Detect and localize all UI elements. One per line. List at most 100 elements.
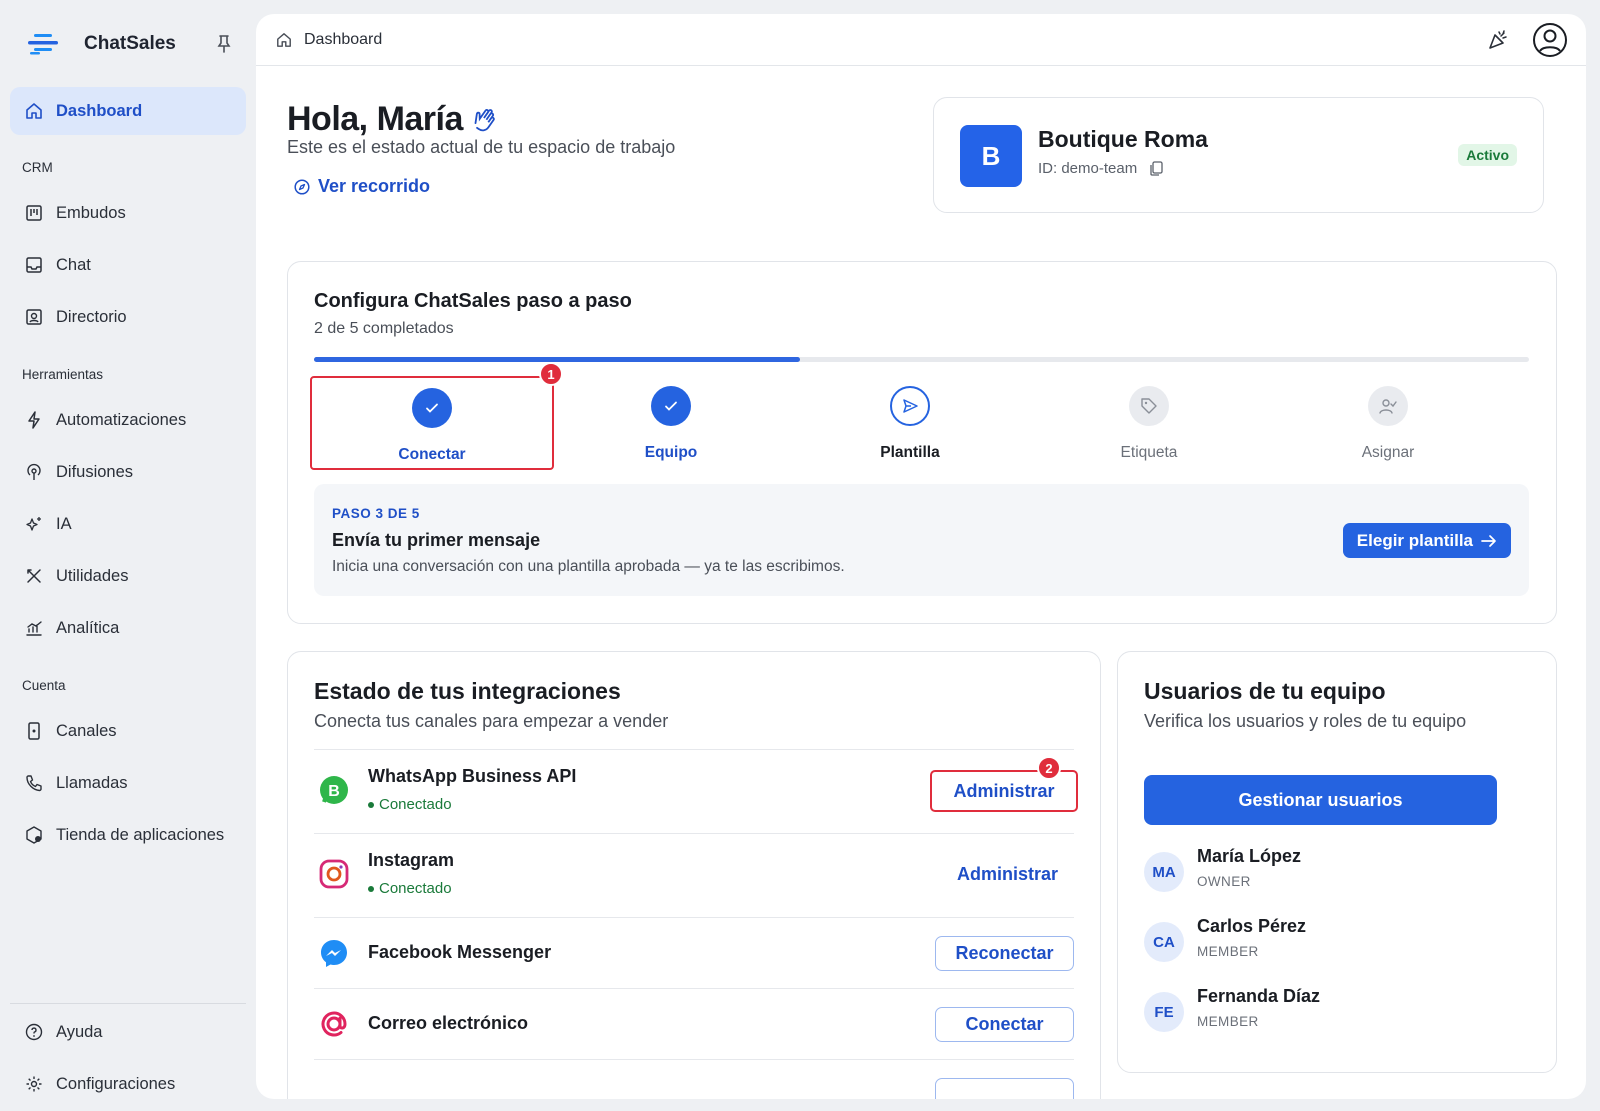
user-role: MEMBER	[1197, 944, 1259, 959]
integration-row-messenger: Facebook Messenger Reconectar	[314, 917, 1074, 988]
choose-template-button[interactable]: Elegir plantilla	[1342, 523, 1511, 558]
connect-email-button[interactable]: Conectar	[935, 1007, 1074, 1042]
breadcrumb[interactable]: Dashboard	[276, 31, 382, 49]
sidebar-item-embudos[interactable]: Embudos	[10, 189, 246, 237]
sidebar-item-llamadas[interactable]: Llamadas	[10, 759, 246, 807]
status-badge: Activo	[1458, 144, 1517, 166]
contacts-icon	[24, 307, 44, 327]
manage-users-button[interactable]: Gestionar usuarios	[1144, 775, 1497, 825]
team-card: Usuarios de tu equipo Verifica los usuar…	[1117, 651, 1557, 1073]
step-label: Etiqueta	[1120, 444, 1178, 461]
user-row[interactable]: MA María López OWNER	[1144, 846, 1524, 902]
integration-name: WhatsApp Business API	[368, 766, 577, 786]
topbar: Dashboard	[256, 14, 1586, 66]
sidebar-item-ayuda[interactable]: Ayuda	[10, 1008, 246, 1056]
integration-name: Facebook Messenger	[368, 942, 552, 962]
bolt-icon	[24, 410, 44, 430]
copy-icon[interactable]	[1149, 161, 1163, 176]
integration-name: Instagram	[368, 850, 455, 870]
section-crm: CRM	[22, 160, 53, 175]
step-asignar[interactable]: Asignar	[1266, 376, 1510, 470]
sidebar-item-ia[interactable]: IA	[10, 500, 246, 548]
user-check-icon	[1368, 386, 1408, 426]
tools-icon	[24, 566, 44, 586]
sidebar-item-label: Dashboard	[56, 101, 143, 120]
instagram-icon	[319, 859, 349, 889]
pin-icon[interactable]	[216, 34, 232, 54]
topbar-actions	[1486, 22, 1568, 58]
avatar: CA	[1144, 922, 1184, 962]
sidebar-item-tienda[interactable]: Tienda de aplicaciones	[10, 811, 246, 859]
annotation-marker-2: 2	[1037, 756, 1061, 780]
user-row[interactable]: FE Fernanda Díaz MEMBER	[1144, 986, 1524, 1042]
user-name: Fernanda Díaz	[1197, 986, 1321, 1006]
sparkles-icon	[24, 514, 44, 534]
help-icon	[24, 1022, 44, 1042]
connect-button-partial[interactable]	[935, 1078, 1074, 1099]
main-panel: Dashboard Hola, María Este es el estado …	[256, 14, 1586, 1099]
sidebar-item-dashboard[interactable]: Dashboard	[10, 87, 246, 135]
brand[interactable]: ChatSales	[28, 28, 238, 60]
user-role: MEMBER	[1197, 1014, 1259, 1029]
workspace-card: B Boutique Roma ID: demo-team Activo	[933, 97, 1544, 213]
user-row[interactable]: CA Carlos Pérez MEMBER	[1144, 916, 1524, 972]
sidebar-item-directorio[interactable]: Directorio	[10, 293, 246, 341]
step-description: Inicia una conversación con una plantill…	[332, 558, 845, 575]
manage-instagram-button[interactable]: Administrar	[957, 864, 1058, 885]
setup-progress-bar	[314, 357, 1529, 362]
section-herramientas: Herramientas	[22, 367, 104, 382]
step-equipo[interactable]: Equipo	[549, 376, 793, 470]
step-heading: Envía tu primer mensaje	[332, 530, 541, 550]
sidebar-item-utilidades[interactable]: Utilidades	[10, 552, 246, 600]
sidebar-divider	[10, 1003, 246, 1004]
sidebar-item-difusiones[interactable]: Difusiones	[10, 448, 246, 496]
setup-card: Configura ChatSales paso a paso 2 de 5 c…	[287, 261, 1557, 624]
step-label: Equipo	[644, 444, 698, 461]
check-icon	[412, 388, 452, 428]
sidebar-item-canales[interactable]: Canales	[10, 707, 246, 755]
sidebar-item-label: Tienda de aplicaciones	[56, 825, 225, 844]
sidebar-item-label: Directorio	[56, 307, 127, 326]
svg-text:B: B	[328, 783, 340, 800]
tour-link-label: Ver recorrido	[318, 176, 431, 196]
step-plantilla[interactable]: Plantilla	[788, 376, 1032, 470]
sidebar-item-chat[interactable]: Chat	[10, 241, 246, 289]
setup-subtitle: 2 de 5 completados	[314, 320, 454, 337]
integration-status: Conectado	[368, 796, 452, 813]
current-step-panel: PASO 3 DE 5 Envía tu primer mensaje Inic…	[314, 484, 1529, 596]
choose-template-label: Elegir plantilla	[1356, 530, 1473, 550]
user-profile-icon[interactable]	[1532, 22, 1568, 58]
workspace-id-text: ID: demo-team	[1038, 160, 1138, 177]
greeting: Hola, María Este es el estado actual de …	[287, 100, 675, 158]
home-icon	[277, 32, 291, 47]
home-icon	[24, 101, 44, 121]
step-label: Asignar	[1361, 444, 1415, 461]
brand-name: ChatSales	[84, 33, 176, 54]
send-icon	[890, 386, 930, 426]
step-conectar[interactable]: Conectar	[310, 376, 554, 470]
greeting-subtitle: Este es el estado actual de tu espacio d…	[287, 137, 676, 157]
sidebar-item-analitica[interactable]: Analítica	[10, 604, 246, 652]
team-title: Usuarios de tu equipo	[1144, 678, 1386, 704]
tour-link[interactable]: Ver recorrido	[294, 176, 430, 197]
check-icon	[651, 386, 691, 426]
integrations-title: Estado de tus integraciones	[314, 678, 621, 704]
sidebar-item-label: Chat	[56, 255, 91, 274]
reconnect-messenger-button[interactable]: Reconectar	[935, 936, 1074, 971]
user-name: Carlos Pérez	[1197, 916, 1307, 936]
integrations-subtitle: Conecta tus canales para empezar a vende…	[314, 711, 669, 731]
integration-name: Correo electrónico	[368, 1013, 529, 1033]
logo-icon	[28, 34, 58, 55]
sidebar-item-automatizaciones[interactable]: Automatizaciones	[10, 396, 246, 444]
phone-icon	[24, 773, 44, 793]
integration-row-whatsapp: B WhatsApp Business API Conectado Admini…	[314, 749, 1078, 833]
inbox-icon	[24, 255, 44, 275]
party-popper-icon[interactable]	[1486, 28, 1510, 52]
sidebar-item-configuraciones[interactable]: Configuraciones	[10, 1060, 246, 1108]
sidebar: ChatSales Dashboard CRM Embudos Chat Dir…	[0, 0, 255, 1111]
step-etiqueta[interactable]: Etiqueta	[1027, 376, 1271, 470]
workspace-avatar: B	[960, 125, 1022, 187]
setup-title: Configura ChatSales paso a paso	[314, 290, 632, 312]
team-subtitle: Verifica los usuarios y roles de tu equi…	[1144, 711, 1467, 731]
integration-row-email: Correo electrónico Conectar	[314, 988, 1074, 1059]
